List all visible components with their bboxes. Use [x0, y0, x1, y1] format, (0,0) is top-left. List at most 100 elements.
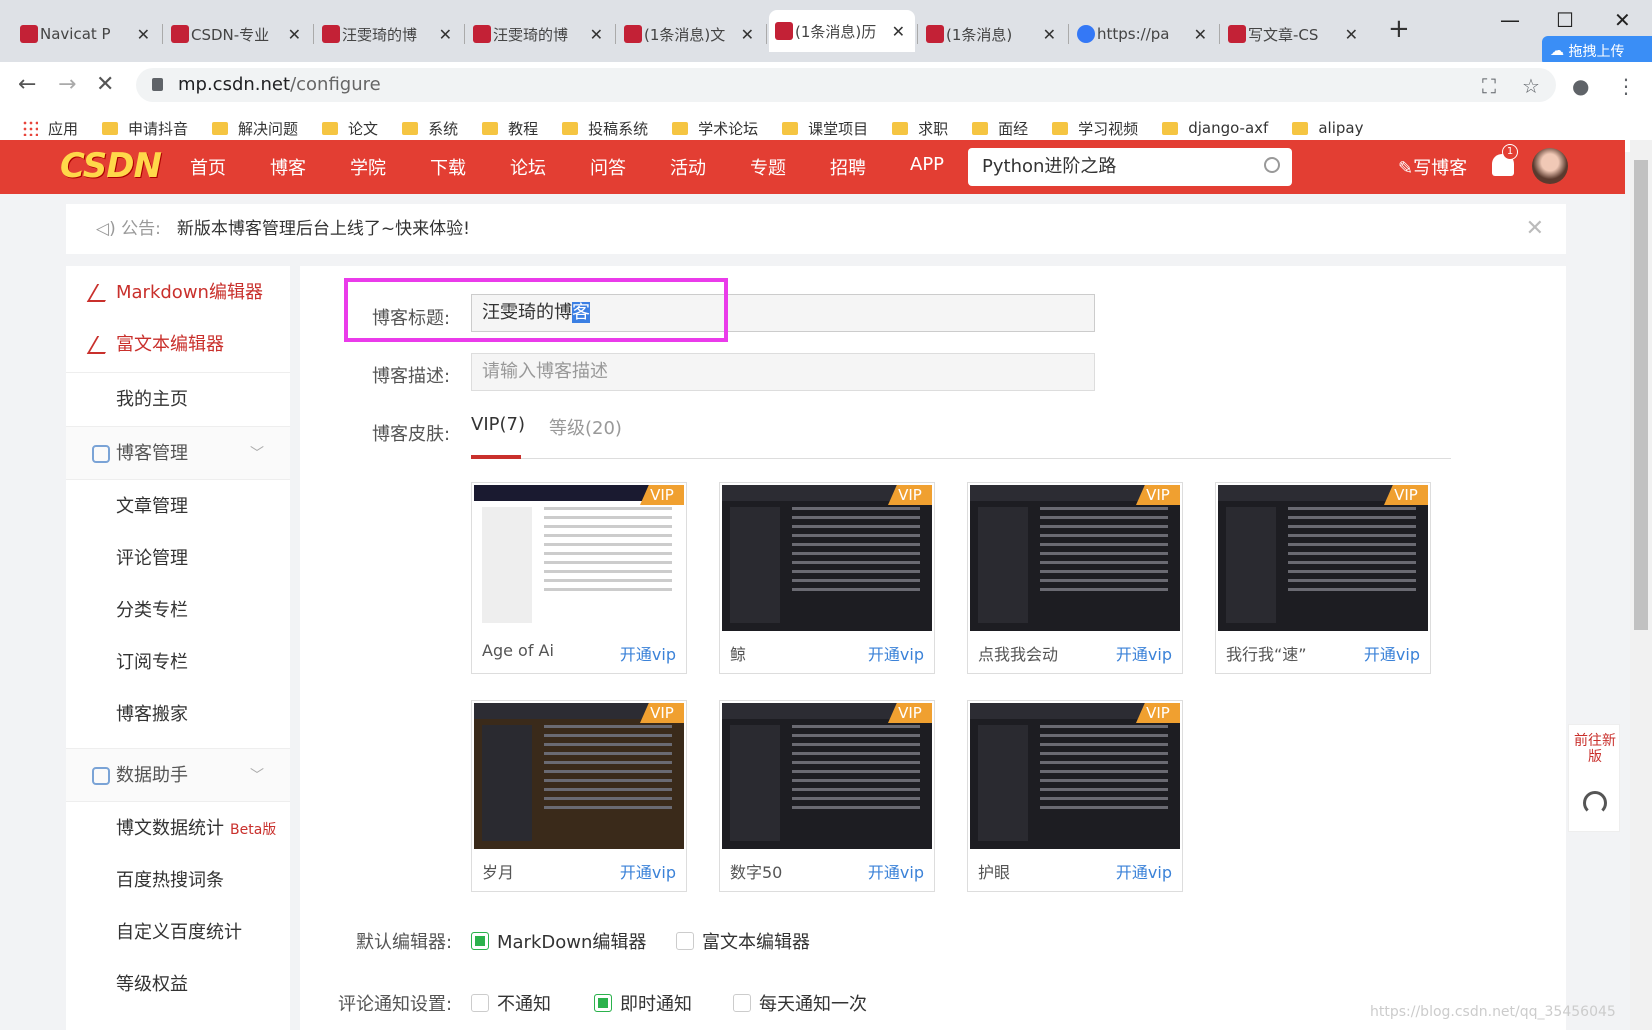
sidebar-item[interactable]: 自定义百度统计 — [66, 906, 290, 960]
bookmark-item[interactable]: alipay — [1292, 119, 1363, 137]
nav-item[interactable]: 博客 — [270, 154, 328, 180]
close-window-icon[interactable]: ✕ — [1614, 8, 1631, 32]
open-vip-link[interactable]: 开通vip — [1364, 641, 1420, 665]
checkbox[interactable] — [676, 932, 694, 950]
nav-item[interactable]: 首页 — [190, 154, 248, 180]
sidebar-item[interactable]: 百度热搜词条 — [66, 854, 290, 908]
tab-vip[interactable]: VIP(7) — [471, 414, 525, 435]
nav-item[interactable]: 问答 — [590, 154, 648, 180]
skin-preview[interactable] — [474, 703, 684, 849]
bookmark-item[interactable]: 论文 — [322, 118, 378, 139]
nav-item[interactable]: APP — [910, 154, 966, 180]
browser-tab[interactable]: (1条消息) ✕ — [920, 16, 1066, 52]
avatar[interactable] — [1532, 148, 1568, 184]
skin-preview[interactable] — [722, 703, 932, 849]
blog-desc-input[interactable]: 请输入博客描述 — [471, 353, 1095, 391]
bookmark-item[interactable]: django-axf — [1162, 119, 1268, 137]
checkbox[interactable] — [733, 994, 751, 1012]
new-version-float[interactable]: 前往新版 — [1568, 724, 1620, 832]
skin-preview[interactable] — [970, 703, 1180, 849]
close-tab-icon[interactable]: ✕ — [1194, 25, 1207, 44]
checkbox-option[interactable]: 不通知 — [471, 990, 551, 1016]
skin-card[interactable]: VIP 护眼 开通vip — [967, 700, 1183, 892]
url-bar[interactable]: mp.csdn.net/configure — [136, 68, 1556, 102]
sidebar-item[interactable]: 博文数据统计 Beta版 — [66, 802, 290, 856]
profile-icon[interactable]: ● — [1572, 74, 1589, 98]
bookmark-item[interactable]: 投稿系统 — [562, 118, 648, 139]
nav-item[interactable]: 学院 — [350, 154, 408, 180]
close-tab-icon[interactable]: ✕ — [1345, 25, 1358, 44]
browser-tab[interactable]: 汪雯琦的博 ✕ — [467, 16, 613, 52]
close-tab-icon[interactable]: ✕ — [288, 25, 301, 44]
open-vip-link[interactable]: 开通vip — [620, 859, 676, 883]
nav-item[interactable]: 招聘 — [830, 154, 888, 180]
write-blog-button[interactable]: ✎写博客 — [1398, 154, 1467, 180]
sidebar-group-blog-manage[interactable]: 博客管理 ﹀ — [66, 426, 290, 480]
tab-level[interactable]: 等级(20) — [549, 414, 622, 440]
close-tab-icon[interactable]: ✕ — [439, 25, 452, 44]
nav-item[interactable]: 下载 — [430, 154, 488, 180]
sidebar-group-data-helper[interactable]: 数据助手 ﹀ — [66, 748, 290, 802]
bookmark-item[interactable]: 解决问题 — [212, 118, 298, 139]
bookmark-item[interactable]: 课堂项目 — [782, 118, 868, 139]
close-tab-icon[interactable]: ✕ — [892, 22, 905, 41]
nav-item[interactable]: 专题 — [750, 154, 808, 180]
minimize-icon[interactable]: — — [1500, 8, 1520, 32]
checkbox[interactable] — [594, 994, 612, 1012]
sidebar-item[interactable]: 分类专栏 — [66, 584, 290, 638]
bookmark-item[interactable]: 应用 — [22, 118, 78, 139]
sidebar-item[interactable]: 等级权益 — [66, 958, 290, 1012]
new-tab-icon[interactable]: + — [1388, 14, 1410, 44]
browser-tab[interactable]: CSDN-专业 ✕ — [165, 16, 311, 52]
skin-preview[interactable] — [1218, 485, 1428, 631]
bookmark-item[interactable]: 申请抖音 — [102, 118, 188, 139]
menu-icon[interactable]: ⋮ — [1616, 74, 1636, 98]
nav-item[interactable]: 活动 — [670, 154, 728, 180]
bookmark-item[interactable]: 教程 — [482, 118, 538, 139]
back-icon[interactable]: ← — [18, 72, 36, 97]
bookmark-item[interactable]: 面经 — [972, 118, 1028, 139]
bookmark-item[interactable]: 学术论坛 — [672, 118, 758, 139]
checkbox[interactable] — [471, 994, 489, 1012]
bookmark-item[interactable]: 系统 — [402, 118, 458, 139]
skin-card[interactable]: VIP 岁月 开通vip — [471, 700, 687, 892]
checkbox[interactable] — [471, 932, 489, 950]
search-input[interactable]: Python进阶之路 — [968, 148, 1292, 186]
search-icon[interactable] — [1264, 157, 1280, 173]
translate-icon[interactable]: ⛶ — [1482, 74, 1496, 98]
skin-preview[interactable] — [970, 485, 1180, 631]
nav-item[interactable]: 论坛 — [510, 154, 568, 180]
skin-card[interactable]: VIP 我行我“速” 开通vip — [1215, 482, 1431, 674]
skin-card[interactable]: VIP 点我我会动 开通vip — [967, 482, 1183, 674]
bookmark-item[interactable]: 求职 — [892, 118, 948, 139]
star-icon[interactable]: ☆ — [1522, 74, 1540, 98]
sidebar-item[interactable]: 文章管理 — [66, 480, 290, 534]
maximize-icon[interactable]: ☐ — [1556, 8, 1574, 32]
checkbox-option[interactable]: 富文本编辑器 — [676, 928, 810, 954]
sidebar-item-home[interactable]: 我的主页 — [66, 372, 290, 426]
close-icon[interactable]: ✕ — [1526, 204, 1544, 254]
checkbox-option[interactable]: MarkDown编辑器 — [471, 928, 646, 954]
browser-tab[interactable]: (1条消息)文 ✕ — [618, 16, 764, 52]
close-tab-icon[interactable]: ✕ — [590, 25, 603, 44]
sidebar-item-richtext[interactable]: 富文本编辑器 — [66, 318, 290, 372]
skin-preview[interactable] — [474, 485, 684, 631]
close-tab-icon[interactable]: ✕ — [1043, 25, 1056, 44]
browser-tab[interactable]: Navicat P ✕ — [14, 16, 160, 52]
browser-tab[interactable]: (1条消息)历 ✕ — [769, 10, 915, 52]
headset-icon[interactable] — [1583, 791, 1607, 815]
checkbox-option[interactable]: 即时通知 — [594, 990, 692, 1016]
close-tab-icon[interactable]: ✕ — [741, 25, 754, 44]
open-vip-link[interactable]: 开通vip — [868, 641, 924, 665]
scrollbar-thumb[interactable] — [1634, 160, 1648, 630]
bookmark-item[interactable]: 学习视频 — [1052, 118, 1138, 139]
csdn-logo[interactable]: CSDN — [60, 146, 162, 186]
scrollbar[interactable] — [1630, 140, 1652, 1030]
open-vip-link[interactable]: 开通vip — [1116, 641, 1172, 665]
stop-icon[interactable]: ✕ — [96, 72, 114, 97]
skin-card[interactable]: VIP Age of Ai 开通vip — [471, 482, 687, 674]
browser-tab[interactable]: https://pa ✕ — [1071, 16, 1217, 52]
skin-card[interactable]: VIP 数字50 开通vip — [719, 700, 935, 892]
sidebar-item[interactable]: 博客搬家 — [66, 688, 290, 742]
skin-preview[interactable] — [722, 485, 932, 631]
